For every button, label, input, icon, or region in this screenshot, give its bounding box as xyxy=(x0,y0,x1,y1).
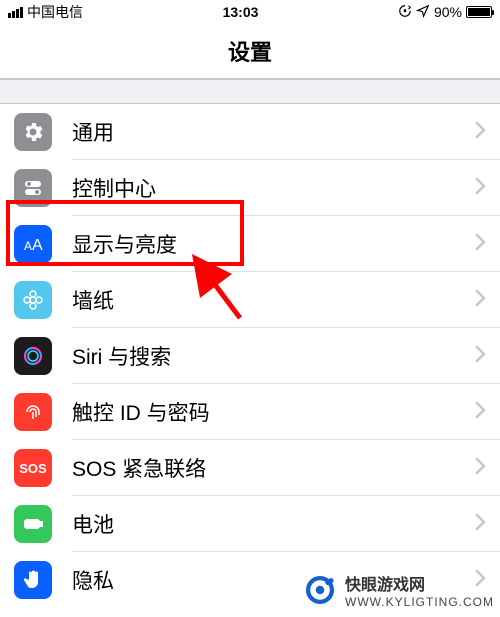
chevron-right-icon xyxy=(474,121,500,144)
page-title: 设置 xyxy=(228,35,272,67)
group-separator xyxy=(0,79,500,104)
chevron-right-icon xyxy=(474,401,500,424)
row-general[interactable]: 通用 xyxy=(0,104,500,160)
gear-icon xyxy=(14,113,52,151)
hand-icon xyxy=(14,561,52,599)
chevron-right-icon xyxy=(474,457,500,480)
status-left: 中国电信 xyxy=(8,2,83,22)
row-sos[interactable]: SOS SOS 紧急联络 xyxy=(0,440,500,496)
row-label: 控制中心 xyxy=(72,173,474,203)
chevron-right-icon xyxy=(474,345,500,368)
watermark-title: 快眼游戏网 xyxy=(345,571,494,595)
row-wallpaper[interactable]: 墙纸 xyxy=(0,272,500,328)
row-battery[interactable]: 电池 xyxy=(0,496,500,552)
chevron-right-icon xyxy=(474,177,500,200)
row-control-center[interactable]: 控制中心 xyxy=(0,160,500,216)
carrier-label: 中国电信 xyxy=(27,2,83,22)
chevron-right-icon xyxy=(474,233,500,256)
signal-icon xyxy=(8,7,23,18)
status-right: 90% xyxy=(398,4,492,21)
row-label: Siri 与搜索 xyxy=(72,341,474,371)
row-label: 墙纸 xyxy=(72,285,474,315)
flower-icon xyxy=(14,281,52,319)
watermark: 快眼游戏网 WWW.KYLIGTING.COM xyxy=(303,571,494,609)
nav-bar: 设置 xyxy=(0,24,500,79)
watermark-url: WWW.KYLIGTING.COM xyxy=(345,595,494,609)
chevron-right-icon xyxy=(474,289,500,312)
svg-text:A: A xyxy=(24,239,32,253)
orientation-lock-icon xyxy=(398,4,412,21)
svg-text:A: A xyxy=(32,237,43,254)
text-size-icon: AA xyxy=(14,225,52,263)
battery-row-icon xyxy=(14,505,52,543)
row-label: 触控 ID 与密码 xyxy=(72,397,474,427)
siri-icon xyxy=(14,337,52,375)
battery-icon xyxy=(466,6,492,18)
fingerprint-icon xyxy=(14,393,52,431)
row-siri[interactable]: Siri 与搜索 xyxy=(0,328,500,384)
row-label: 电池 xyxy=(72,509,474,539)
row-label: 显示与亮度 xyxy=(72,229,474,259)
switches-icon xyxy=(14,169,52,207)
row-touchid[interactable]: 触控 ID 与密码 xyxy=(0,384,500,440)
clock: 13:03 xyxy=(223,4,259,20)
sos-icon: SOS xyxy=(14,449,52,487)
watermark-logo-icon xyxy=(303,573,337,607)
row-display-brightness[interactable]: AA 显示与亮度 xyxy=(0,216,500,272)
status-bar: 中国电信 13:03 90% xyxy=(0,0,500,24)
chevron-right-icon xyxy=(474,513,500,536)
battery-pct: 90% xyxy=(434,4,462,20)
location-icon xyxy=(416,4,430,21)
row-label: 通用 xyxy=(72,117,474,147)
row-label: SOS 紧急联络 xyxy=(72,453,474,483)
settings-list: 通用 控制中心 AA 显示与亮度 墙纸 Siri 与搜索 xyxy=(0,104,500,608)
